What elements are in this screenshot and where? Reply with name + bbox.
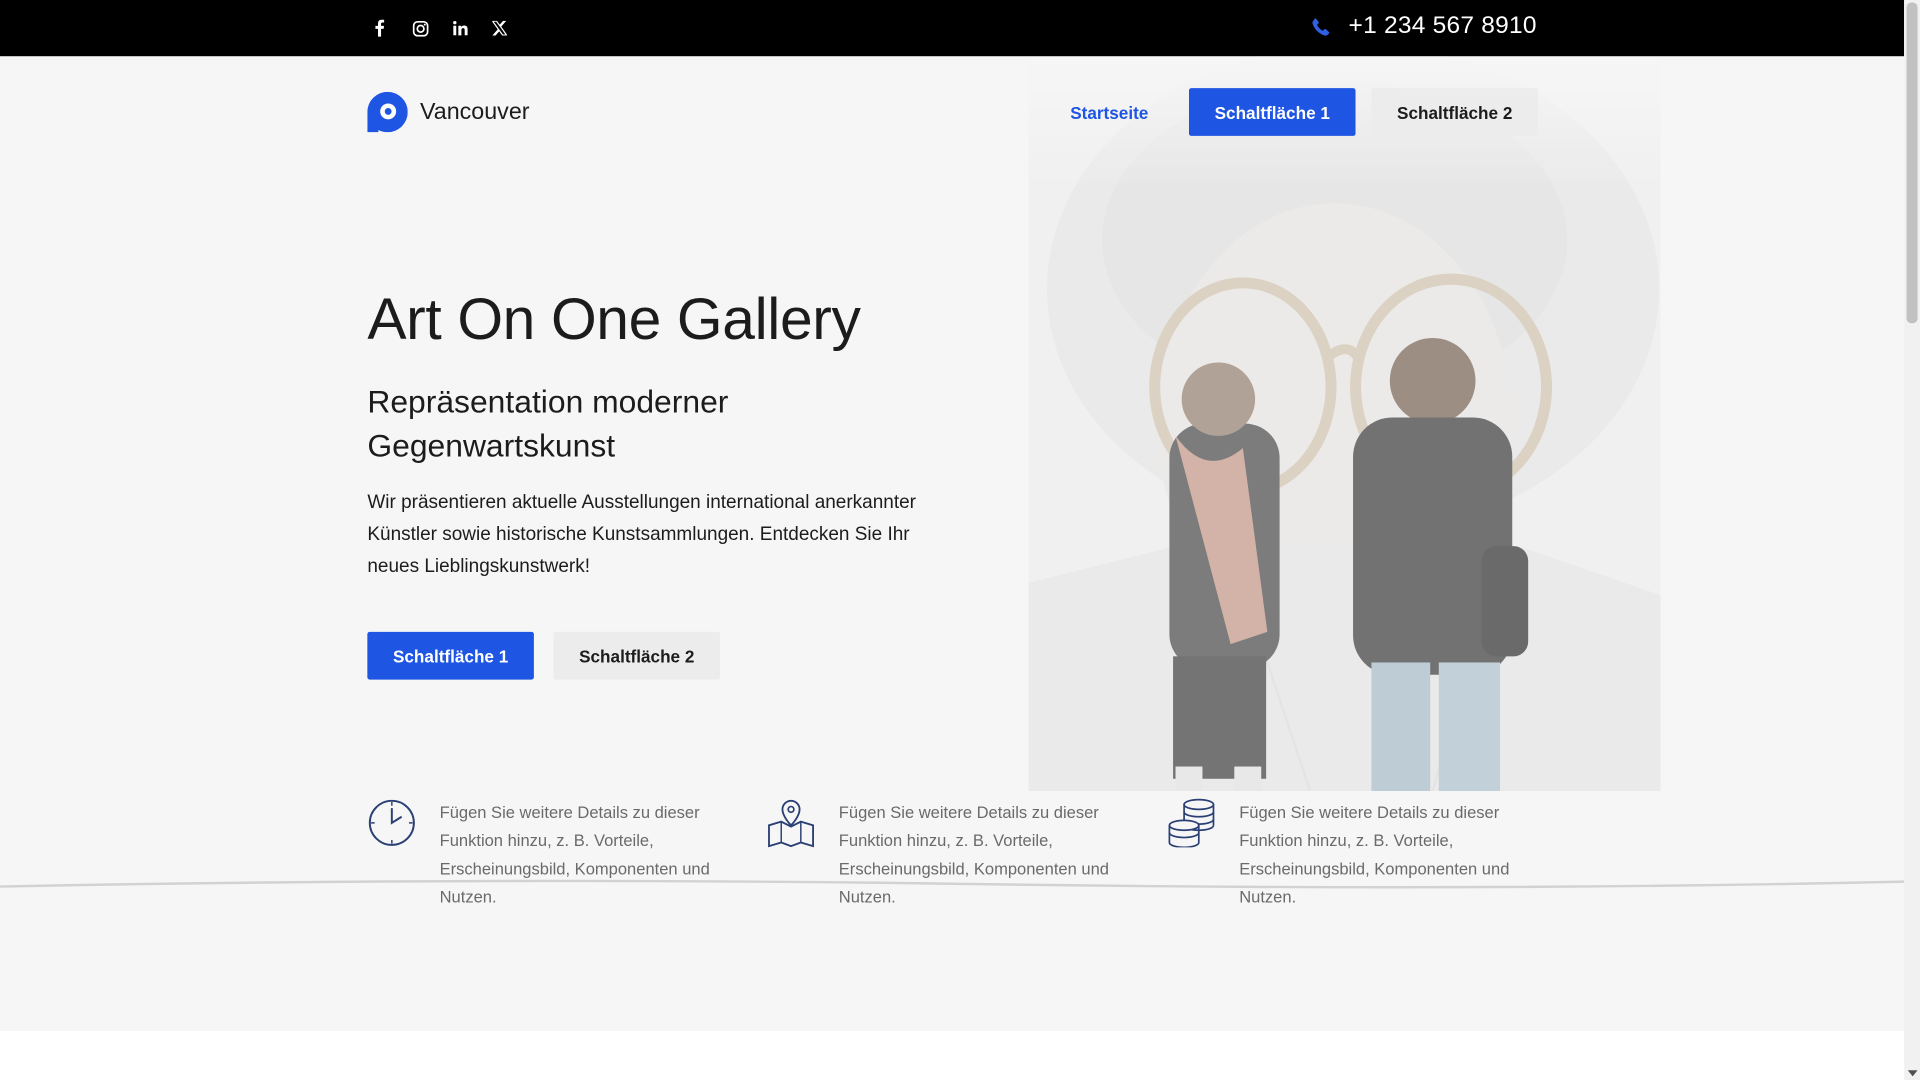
nav-home-link[interactable]: Startseite [1070, 103, 1148, 123]
gallery-visitors-image [1028, 56, 1661, 792]
brand-name: Vancouver [420, 98, 530, 125]
phone-contact[interactable]: +1 234 567 8910 [1312, 12, 1537, 40]
coins-stack-icon [1168, 798, 1215, 848]
instagram-icon[interactable] [408, 17, 432, 39]
next-section [0, 1031, 1905, 1080]
page: +1 234 567 8910 Vancouver Startseite Sch… [0, 0, 1920, 1080]
phone-number: +1 234 567 8910 [1348, 12, 1537, 40]
clock-icon [368, 799, 415, 846]
page-scrollbar[interactable] [1904, 0, 1920, 1080]
hero-lead-text: Wir präsentieren aktuelle Ausstellungen … [367, 492, 916, 577]
hero-subtitle: Repräsentation moderner Gegenwartskunst [367, 383, 729, 465]
feature-text: Fügen Sie weitere Details zu dieser Funk… [1239, 803, 1510, 907]
phone-icon [1312, 17, 1330, 36]
nav-button-2[interactable]: Schaltfläche 2 [1371, 88, 1538, 136]
feature-text: Fügen Sie weitere Details zu dieser Funk… [439, 803, 710, 907]
hero-button-2[interactable]: Schaltfläche 2 [553, 631, 721, 680]
hero-section: Vancouver Startseite Schaltfläche 1 Scha… [0, 56, 1905, 1032]
facebook-icon[interactable] [367, 17, 391, 39]
feature-text: Fügen Sie weitere Details zu dieser Funk… [838, 803, 1109, 907]
hero-button-1[interactable]: Schaltfläche 1 [367, 631, 534, 680]
brand-logo-link[interactable]: Vancouver [367, 91, 530, 133]
scrollbar-thumb[interactable] [1906, 2, 1918, 324]
nav-button-1[interactable]: Schaltfläche 1 [1188, 88, 1356, 136]
hero-title: Art On One Gallery [367, 287, 861, 353]
x-twitter-icon[interactable] [487, 17, 511, 39]
brand-logo-icon [367, 91, 408, 133]
linkedin-icon[interactable] [448, 17, 472, 39]
scroll-down-arrow-icon[interactable] [1907, 1070, 1918, 1077]
top-bar: +1 234 567 8910 [0, 0, 1905, 57]
map-pin-icon [768, 799, 814, 848]
